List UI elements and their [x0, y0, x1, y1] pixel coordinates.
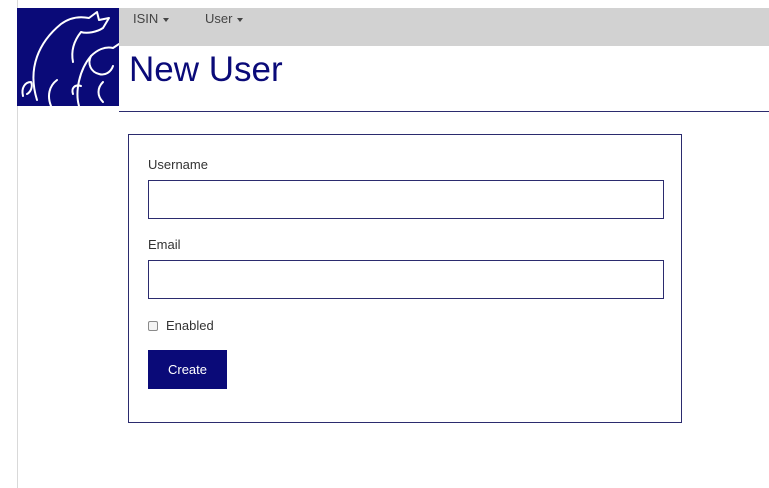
caret-down-icon: [237, 17, 244, 22]
logo-graphic: [21, 11, 119, 106]
bull-and-bear-logo-icon[interactable]: [17, 8, 119, 106]
enabled-label[interactable]: Enabled: [166, 318, 214, 333]
enabled-checkbox[interactable]: [148, 320, 158, 331]
email-label: Email: [148, 237, 181, 252]
email-input[interactable]: [148, 260, 664, 299]
create-button[interactable]: Create: [148, 350, 227, 389]
caret-down-icon: [163, 17, 170, 22]
username-label: Username: [148, 157, 208, 172]
enabled-option: Enabled: [148, 318, 214, 333]
page-title: New User: [129, 50, 283, 89]
username-input[interactable]: [148, 180, 664, 219]
nav-menu-user-label: User: [205, 11, 233, 26]
new-user-form: Username Email Enabled Create: [128, 134, 682, 423]
nav-menu-user[interactable]: User: [205, 11, 244, 26]
nav-menu-isin-label: ISIN: [133, 11, 159, 26]
top-navigation-bar: ISIN User: [119, 8, 769, 46]
nav-menu-isin[interactable]: ISIN: [133, 11, 170, 26]
title-divider: [119, 111, 769, 112]
page: ISIN User New User Username Email Enable…: [0, 0, 769, 488]
